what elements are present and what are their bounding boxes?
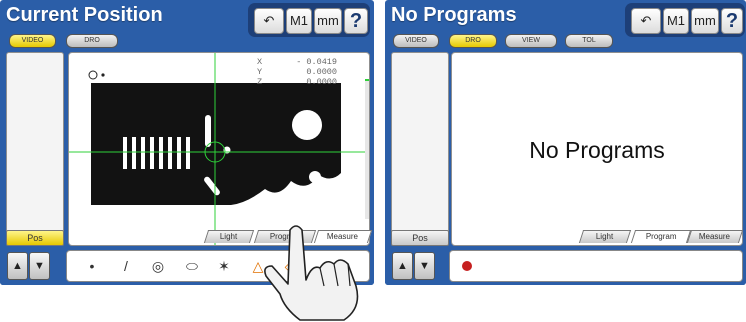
left-side-panel <box>6 52 64 244</box>
tab-light[interactable]: Light <box>203 230 255 243</box>
undo-button[interactable]: ↶ <box>631 8 661 34</box>
units-button[interactable]: mm <box>691 8 719 34</box>
video-mode-button[interactable]: VIDEO <box>393 34 439 48</box>
pointing-hand-icon <box>264 225 359 321</box>
tab-light[interactable]: Light <box>578 230 632 243</box>
dro-mode-button[interactable]: DRO <box>449 34 497 48</box>
record-icon[interactable] <box>456 256 478 277</box>
m1-button[interactable]: M1 <box>663 8 689 34</box>
help-button[interactable]: ? <box>344 8 368 34</box>
line-tool-icon[interactable]: / <box>115 256 137 276</box>
top-button-group: ↶ M1 mm ? <box>625 3 745 37</box>
undo-button[interactable]: ↶ <box>254 8 284 34</box>
left-side-panel <box>391 52 449 244</box>
video-mode-button[interactable]: VIDEO <box>9 34 56 48</box>
screen-title: No Programs <box>391 4 517 26</box>
screen-title: Current Position <box>6 4 163 26</box>
pos-button[interactable]: Pos <box>391 230 449 246</box>
large-hole <box>292 110 322 140</box>
scroll-up-button[interactable]: ▲ <box>7 252 28 280</box>
tol-mode-button[interactable]: TOL <box>565 34 613 48</box>
program-area: No Programs <box>451 52 743 246</box>
top-button-group: ↶ M1 mm ? <box>248 3 370 37</box>
bottom-bar: ▲ ▼ <box>385 246 746 285</box>
no-programs-screen: No Programs VIDEO DRO VIEW TOL ↶ M1 mm ?… <box>385 0 746 285</box>
dro-mode-button[interactable]: DRO <box>66 34 118 48</box>
m1-button[interactable]: M1 <box>286 8 312 34</box>
slot-tool-icon[interactable]: ⬭ <box>181 256 203 276</box>
tab-program[interactable]: Program <box>630 230 692 243</box>
scroll-down-button[interactable]: ▼ <box>414 252 435 280</box>
video-view[interactable]: X- 0.0419 Y 0.0000 Z 0.0000 <box>68 52 370 246</box>
tab-measure[interactable]: Measure <box>686 230 744 243</box>
scroll-down-button[interactable]: ▼ <box>29 252 50 280</box>
dro-readout: X- 0.0419 Y 0.0000 Z 0.0000 <box>257 57 337 87</box>
function-tabs: Light Program Measure <box>578 230 744 244</box>
circle-tool-icon[interactable]: ◎ <box>147 256 169 276</box>
scroll-up-button[interactable]: ▲ <box>392 252 413 280</box>
view-mode-button[interactable]: VIEW <box>505 34 557 48</box>
help-button[interactable]: ? <box>721 8 743 34</box>
undo-icon: ↶ <box>263 13 275 28</box>
no-programs-message: No Programs <box>529 137 665 163</box>
pos-button[interactable]: Pos <box>6 230 64 246</box>
units-button[interactable]: mm <box>314 8 342 34</box>
point-tool-icon[interactable]: • <box>81 256 103 276</box>
program-toolbar <box>449 250 743 282</box>
magic-wand-icon[interactable]: ✶ <box>213 256 235 276</box>
undo-icon: ↶ <box>640 13 652 28</box>
